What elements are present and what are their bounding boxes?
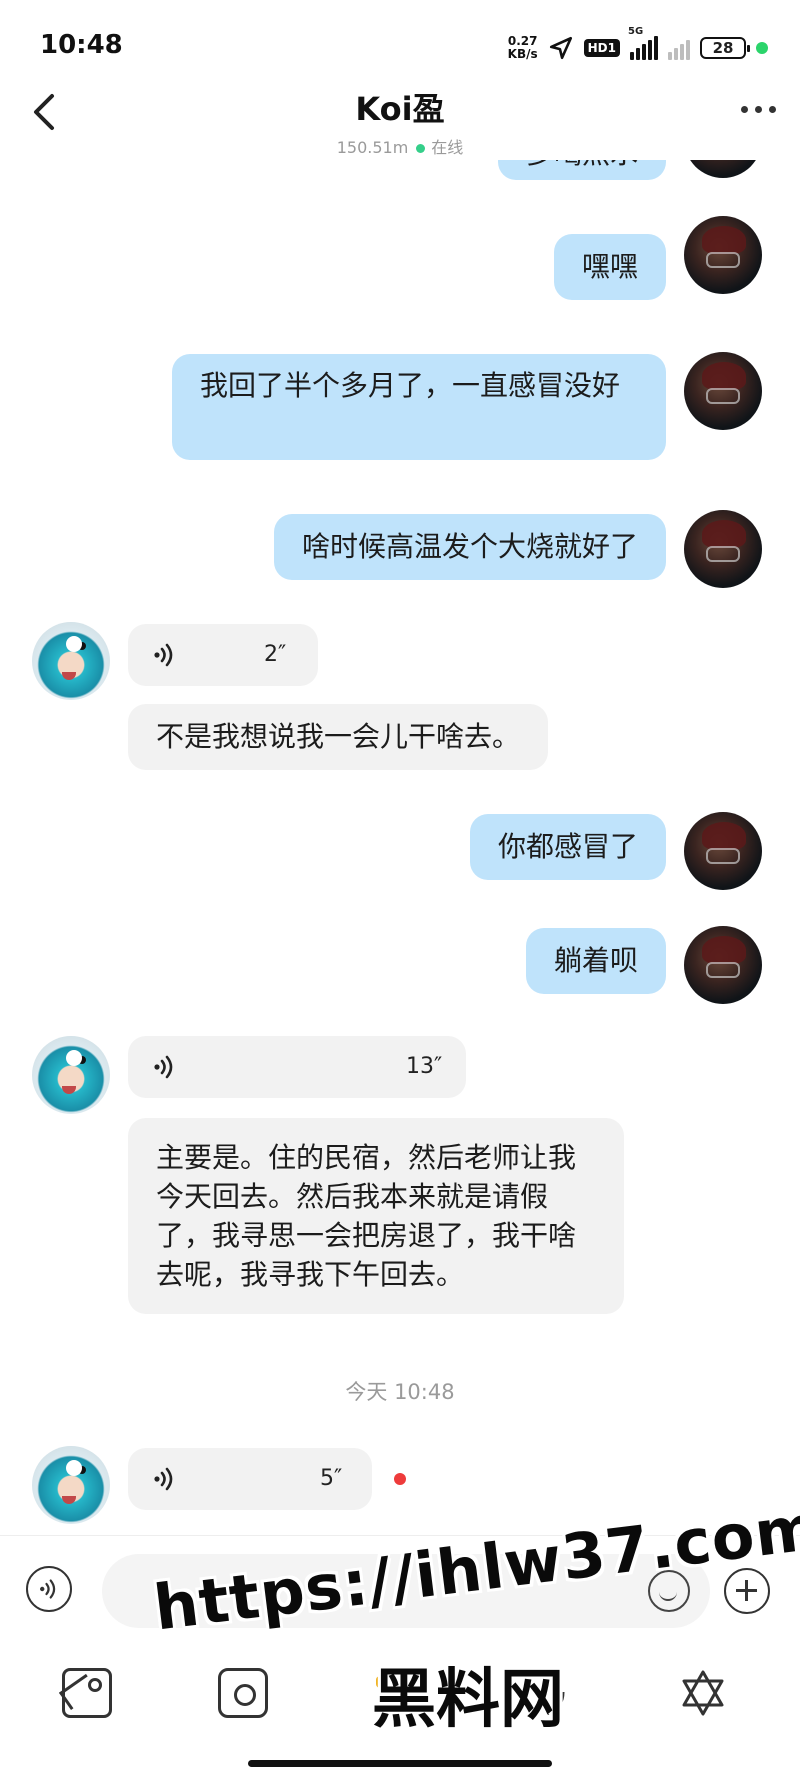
my-avatar[interactable] — [684, 352, 762, 430]
message-list[interactable]: 多喝热水 嘿嘿 我回了半个多月了，一直感冒没好 啥时候高温发个大烧就好了 2″ … — [0, 160, 800, 1535]
hexagram-icon — [682, 1670, 724, 1716]
battery-icon: 28 — [700, 37, 750, 59]
microphone-icon — [533, 1672, 565, 1715]
message-bubble-sent[interactable]: 你都感冒了 — [469, 814, 666, 880]
contact-avatar[interactable] — [32, 622, 110, 700]
contact-avatar[interactable] — [32, 1036, 110, 1114]
voice-duration: 2″ — [264, 642, 287, 667]
voice-message[interactable]: 13″ — [128, 1036, 466, 1098]
contact-name[interactable]: Koi盈 — [0, 84, 800, 130]
voice-call-button[interactable] — [524, 1668, 574, 1718]
voice-duration: 13″ — [406, 1054, 443, 1079]
emoji-button[interactable] — [648, 1570, 690, 1612]
contact-subtitle: 150.51m 在线 — [0, 134, 800, 158]
online-status: 在线 — [431, 138, 464, 157]
voice-wave-icon — [154, 643, 173, 667]
message-bubble-sent[interactable]: 躺着呗 — [525, 928, 666, 994]
location-icon — [549, 36, 572, 60]
distance-text: 150.51m — [336, 138, 409, 157]
online-dot — [416, 143, 426, 153]
message-bubble-sent[interactable]: 多喝热水 — [497, 160, 666, 180]
status-icons: 0.27 KB/s HD1 5G 28 — [507, 26, 768, 66]
chat-header: Koi盈 150.51m 在线 — [0, 80, 800, 158]
status-time: 10:48 — [40, 30, 123, 60]
message-input[interactable] — [102, 1554, 710, 1628]
signal-5g-icon: 5G — [628, 26, 658, 60]
my-avatar[interactable] — [684, 812, 762, 890]
input-bar — [0, 1535, 800, 1645]
camera-button[interactable] — [218, 1668, 268, 1718]
voice-message[interactable]: 5″ — [128, 1448, 372, 1510]
more-functions-button[interactable] — [724, 1568, 770, 1614]
message-bubble-received[interactable]: 不是我想说我一会儿干啥去。 — [128, 704, 549, 770]
message-bubble-sent[interactable]: 啥时候高温发个大烧就好了 — [273, 514, 666, 580]
status-bar: 10:48 0.27 KB/s HD1 5G 28 — [0, 0, 800, 92]
bottom-toolbar — [0, 1650, 800, 1740]
voice-wave-icon — [154, 1055, 173, 1079]
chat-timestamp: 今天 10:48 — [345, 1380, 455, 1404]
my-avatar[interactable] — [684, 160, 762, 178]
voice-wave-icon — [40, 1579, 56, 1599]
my-avatar[interactable] — [684, 510, 762, 588]
voice-duration: 5″ — [320, 1466, 343, 1491]
message-bubble-sent[interactable]: 我回了半个多月了，一直感冒没好 — [172, 354, 666, 460]
voice-wave-icon — [154, 1467, 173, 1491]
privacy-indicator — [756, 42, 768, 54]
gift-button[interactable] — [376, 1668, 426, 1718]
message-bubble-received[interactable]: 主要是。住的民宿，然后老师让我今天回去。然后我本来就是请假了，我寻思一会把房退了… — [128, 1118, 624, 1314]
voice-message[interactable]: 2″ — [128, 624, 318, 686]
network-speed: 0.27 KB/s — [507, 34, 538, 61]
home-indicator[interactable] — [248, 1760, 552, 1767]
image-picker-button[interactable] — [62, 1668, 112, 1718]
hd-badge: HD1 — [583, 39, 620, 57]
voice-input-button[interactable] — [26, 1566, 72, 1612]
more-options-button[interactable] — [741, 106, 776, 113]
signal-secondary-icon — [668, 36, 690, 60]
star-button[interactable] — [678, 1668, 728, 1718]
unread-dot — [394, 1473, 406, 1485]
message-bubble-sent[interactable]: 嘿嘿 — [553, 234, 666, 300]
my-avatar[interactable] — [684, 216, 762, 294]
my-avatar[interactable] — [684, 926, 762, 1004]
contact-avatar[interactable] — [32, 1446, 110, 1524]
